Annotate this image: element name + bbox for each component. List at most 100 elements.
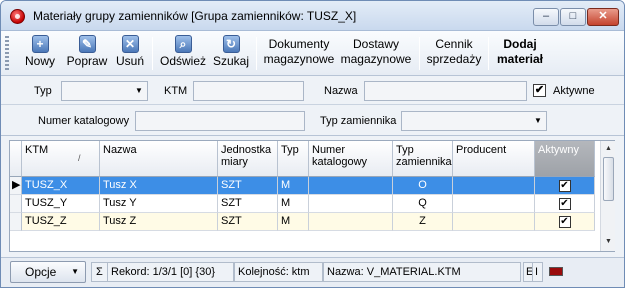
options-label: Opcje [25,265,57,279]
cell-jednostka[interactable]: SZT [218,213,278,231]
column-header-label: Jednostka [221,144,272,156]
cell-nazwa[interactable]: Tusz Y [100,195,218,213]
options-button[interactable]: Opcje ▼ [10,261,86,283]
pricelist-button[interactable]: Cennik sprzedaży [425,37,483,67]
toolbar-separator [152,37,153,70]
row-indicator [10,195,22,213]
cell-aktywny[interactable]: ✔ [535,195,595,213]
cell-aktywny[interactable]: ✔ [535,177,595,195]
sum-button[interactable]: Σ [91,262,108,282]
minimize-button[interactable]: – [533,8,559,26]
replacement-type-combo[interactable]: ▼ [401,111,547,131]
cell-numer-katalogowy[interactable] [309,177,393,195]
cell-typ[interactable]: M [278,213,309,231]
search-label: Szukaj [212,54,250,68]
record-bracket-b: {30} [195,266,215,278]
toolbar-separator [488,37,489,70]
close-button[interactable]: ✕ [587,8,619,26]
cell-jednostka[interactable]: SZT [218,177,278,195]
sort-order-info: Kolejność: ktm [234,262,323,282]
aktywne-checkbox[interactable]: ✔ [533,84,546,97]
status-led-icon [549,267,563,276]
nazwa-field[interactable] [364,81,527,101]
edit-icon: ✎ [78,35,96,53]
typ-combo[interactable]: ▼ [61,81,148,101]
column-header-ktm[interactable]: KTM / [22,141,100,177]
nazwa-label: Nazwa [324,85,358,97]
pricelist-line1: Cennik [435,37,473,51]
cell-numer-katalogowy[interactable] [309,195,393,213]
column-header-jednostka[interactable]: Jednostka miary [218,141,278,177]
chevron-down-icon[interactable]: ▼ [530,112,546,130]
aktywny-checkbox[interactable]: ✔ [558,216,571,228]
aktywny-checkbox[interactable]: ✔ [558,180,571,192]
new-label: Nowy [24,54,55,68]
new-button[interactable]: + Nowy [21,33,59,73]
cell-ktm[interactable]: TUSZ_Y [22,195,100,213]
table-row[interactable]: ▶ TUSZ_X Tusz X SZT M O ✔ [10,177,600,195]
toolbar-grip[interactable] [5,36,9,72]
search-button[interactable]: ↻ Szukaj [211,33,251,73]
add-material-line2: materiał [496,52,544,66]
documents-line2: magazynowe [263,52,335,66]
cell-typ-zamiennika[interactable]: Q [393,195,453,213]
column-header-label: Numer [312,144,346,156]
scroll-down-icon[interactable]: ▼ [602,235,615,249]
chevron-down-icon[interactable]: ▼ [131,82,147,100]
ktm-field[interactable] [193,81,304,101]
edit-button[interactable]: ✎ Popraw [63,33,111,73]
mode-i-indicator: I [533,262,543,282]
column-header-label: Typ [396,144,414,156]
vertical-scrollbar[interactable]: ▲ ▼ [600,141,615,251]
filter-row: Numer katalogowy Typ zamiennika ▼ [1,106,624,136]
delete-button[interactable]: ✕ Usuń [113,33,147,73]
column-header-typ[interactable]: Typ [278,141,309,177]
materials-grid[interactable]: KTM / Nazwa Jednostka miary Typ Numer ka… [9,140,615,252]
replacement-type-label: Typ zamiennika [320,115,397,127]
deliveries-button[interactable]: Dostawy magazynowe [339,37,413,67]
table-row[interactable]: TUSZ_Z Tusz Z SZT M Z ✔ [10,213,600,231]
column-header-aktywny[interactable]: Aktywny [535,141,595,177]
documents-button[interactable]: Dokumenty magazynowe [262,37,336,67]
row-indicator-header [10,141,22,177]
cell-nazwa[interactable]: Tusz X [100,177,218,195]
catalog-number-field[interactable] [135,111,305,131]
cell-ktm[interactable]: TUSZ_X [22,177,100,195]
table-row[interactable]: TUSZ_Y Tusz Y SZT M Q ✔ [10,195,600,213]
toolbar-separator [256,37,257,70]
column-header-label: miary [221,156,248,168]
pricelist-line2: sprzedaży [426,52,482,66]
cell-typ-zamiennika[interactable]: O [393,177,453,195]
cell-typ[interactable]: M [278,195,309,213]
add-material-line1: Dodaj [503,37,537,51]
add-material-button[interactable]: Dodaj materiał [494,37,546,67]
deliveries-line1: Dostawy [352,37,399,51]
record-info: Rekord: 1/3/1 [0] {30} [108,262,234,282]
cell-producent[interactable] [453,177,535,195]
cell-producent[interactable] [453,213,535,231]
toolbar-separator [419,37,420,70]
scroll-up-icon[interactable]: ▲ [602,142,615,156]
column-header-label: Nazwa [103,144,137,156]
cell-producent[interactable] [453,195,535,213]
title-bar: Materiały grupy zamienników [Grupa zamie… [1,1,624,31]
cell-typ-zamiennika[interactable]: Z [393,213,453,231]
cell-numer-katalogowy[interactable] [309,213,393,231]
maximize-button[interactable]: □ [560,8,586,26]
filter-row: Typ ▼ KTM Nazwa ✔ Aktywne [1,77,624,105]
refresh-button[interactable]: ⌕ Odśwież [158,33,208,73]
cell-ktm[interactable]: TUSZ_Z [22,213,100,231]
column-header-producent[interactable]: Producent [453,141,535,177]
column-header-nazwa[interactable]: Nazwa [100,141,218,177]
column-header-numer-katalogowy[interactable]: Numer katalogowy [309,141,393,177]
status-bar: Opcje ▼ Σ Rekord: 1/3/1 [0] {30} Kolejno… [1,257,624,287]
chevron-down-icon: ▼ [71,267,79,276]
cell-typ[interactable]: M [278,177,309,195]
cell-nazwa[interactable]: Tusz Z [100,213,218,231]
aktywny-checkbox[interactable]: ✔ [558,198,571,210]
scroll-thumb[interactable] [603,157,614,201]
column-header-typ-zamiennika[interactable]: Typ zamiennika [393,141,453,177]
new-icon: + [31,35,49,53]
cell-jednostka[interactable]: SZT [218,195,278,213]
cell-aktywny[interactable]: ✔ [535,213,595,231]
